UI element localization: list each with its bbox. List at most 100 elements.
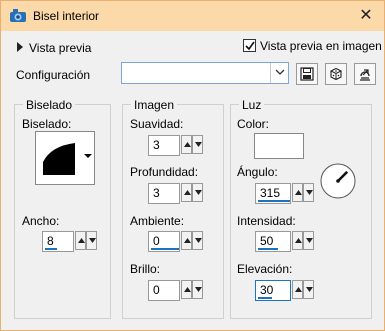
biselado-shape-label: Biselado: [22,117,72,131]
elevacion-spin-buttons [292,280,314,301]
elevacion-decrement-button[interactable] [303,280,314,299]
arrow-up-icon [295,238,302,243]
arrow-down-icon [195,142,202,147]
input-focus-underline [258,297,272,299]
preview-toggle-label: Vista previa [29,41,92,55]
bevel-shape-picker[interactable] [35,131,95,185]
save-config-button[interactable] [296,63,318,85]
profundidad-label: Profundidad: [130,165,199,179]
suavidad-spin-buttons [181,135,203,156]
arrow-up-icon [184,287,191,292]
presets-config-button[interactable] [354,63,376,85]
chevron-down-icon [84,154,92,158]
arrow-up-icon [295,287,302,292]
profundidad-input[interactable]: 3 [148,183,180,204]
elevacion-spinner: 30 [255,280,315,301]
intensidad-decrement-button[interactable] [303,231,314,250]
intensidad-spinner: 50 [255,231,315,252]
suavidad-value: 3 [153,138,160,152]
ambiente-value: 0 [153,234,160,248]
arrow-down-icon [89,238,96,243]
luz-group-title: Luz [239,98,265,112]
config-select[interactable] [121,62,289,84]
arrow-up-icon [78,238,85,243]
input-focus-underline [258,200,290,202]
angulo-spin-buttons [292,183,314,204]
ambiente-increment-button[interactable] [181,231,192,250]
light-color-swatch[interactable] [254,133,304,159]
angulo-increment-button[interactable] [292,183,303,202]
ambiente-label: Ambiente: [130,214,185,228]
arrow-down-icon [195,238,202,243]
brillo-spinner: 0 [148,280,203,301]
ambiente-spinner: 0 [148,231,203,252]
checkmark-icon [245,41,255,51]
arrow-up-icon [184,190,191,195]
ancho-increment-button[interactable] [75,231,86,250]
brillo-decrement-button[interactable] [192,280,203,299]
intensidad-input[interactable]: 50 [255,231,291,252]
brillo-value: 0 [153,283,160,297]
ancho-label: Ancho: [22,214,60,228]
arrow-down-icon [306,190,313,195]
imagen-group-title: Imagen [131,98,178,112]
ancho-value: 8 [47,234,54,248]
brillo-spin-buttons [181,280,203,301]
profundidad-value: 3 [153,186,160,200]
suavidad-increment-button[interactable] [181,135,192,154]
arrow-down-icon [195,190,202,195]
ambiente-decrement-button[interactable] [192,231,203,250]
ancho-spinner: 8 [42,231,97,252]
chevron-down-icon[interactable] [270,63,288,83]
suavidad-label: Suavidad: [130,117,184,131]
input-focus-underline [258,248,278,250]
arrow-down-icon [195,287,202,292]
save-icon [300,67,314,81]
title-bar: Bisel interior ✕ [1,1,384,31]
intensidad-increment-button[interactable] [292,231,303,250]
bevel-shape-icon [43,143,75,175]
angulo-spinner: 315 [255,183,315,204]
arrow-down-icon [306,238,313,243]
expand-triangle-icon [17,42,23,52]
intensidad-value: 50 [260,234,274,248]
suavidad-input[interactable]: 3 [148,135,180,156]
elevacion-increment-button[interactable] [292,280,303,299]
brillo-increment-button[interactable] [181,280,192,299]
ancho-spin-buttons [75,231,97,252]
angulo-label: Ángulo: [237,165,278,179]
arrow-up-icon [184,238,191,243]
suavidad-spinner: 3 [148,135,203,156]
reset-config-button[interactable] [325,63,347,85]
color-label: Color: [237,117,270,131]
window-title: Bisel interior [33,9,100,23]
profundidad-spin-buttons [181,183,203,204]
suavidad-decrement-button[interactable] [192,135,203,154]
elevacion-input[interactable]: 30 [255,280,291,301]
reset-icon [330,67,342,81]
profundidad-increment-button[interactable] [181,183,192,202]
profundidad-decrement-button[interactable] [192,183,203,202]
elevacion-value: 30 [260,283,274,297]
intensidad-label: Intensidad: [237,214,296,228]
intensidad-spin-buttons [292,231,314,252]
close-button[interactable]: ✕ [353,5,379,27]
preview-on-image-label[interactable]: Vista previa en imagen [260,39,382,53]
arrow-up-icon [295,190,302,195]
presets-icon [360,69,370,81]
arrow-down-icon [306,287,313,292]
brillo-label: Brillo: [130,262,161,276]
angulo-decrement-button[interactable] [303,183,314,202]
ancho-input[interactable]: 8 [42,231,74,252]
preview-on-image-checkbox[interactable] [243,39,256,52]
angle-dial[interactable] [319,162,357,200]
brillo-input[interactable]: 0 [148,280,180,301]
ambiente-input[interactable]: 0 [148,231,180,252]
profundidad-spinner: 3 [148,183,203,204]
elevacion-label: Elevación: [237,262,293,276]
arrow-up-icon [184,142,191,147]
angulo-input[interactable]: 315 [255,183,291,204]
ambiente-spin-buttons [181,231,203,252]
ancho-decrement-button[interactable] [86,231,97,250]
psp-icon [10,9,26,22]
